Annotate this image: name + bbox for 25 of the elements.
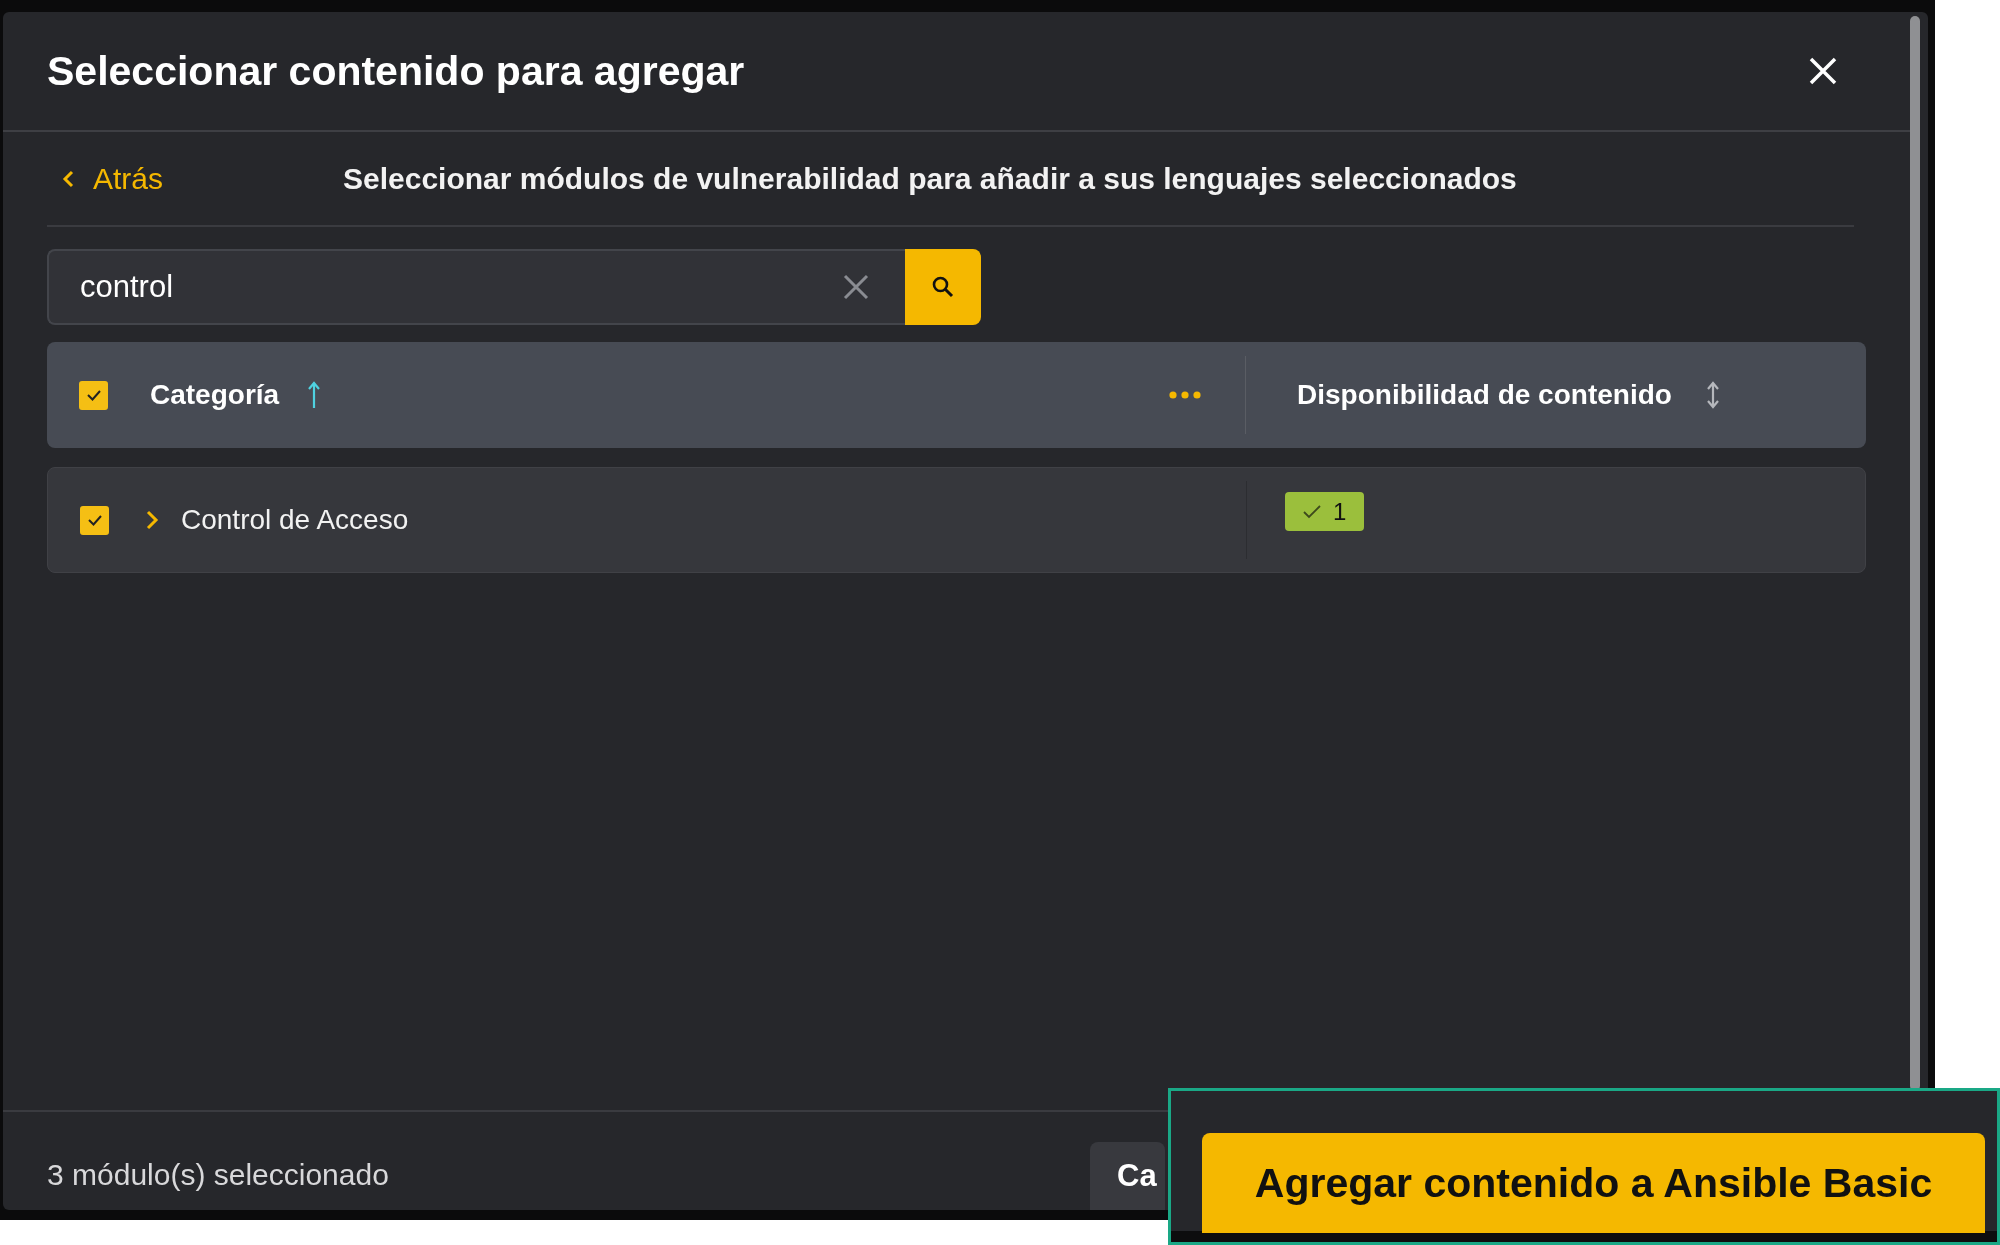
check-icon: [1303, 504, 1321, 519]
scrollbar[interactable]: [1910, 16, 1920, 1091]
subtitle: Seleccionar módulos de vulnerabilidad para añadir a sus lenguajes seleccionados: [343, 161, 1517, 196]
search-field[interactable]: control: [47, 249, 905, 325]
select-all-checkbox[interactable]: [79, 380, 108, 410]
dialog-title: Seleccionar contenido para agregar: [47, 47, 745, 95]
sort-icon[interactable]: [1705, 381, 1720, 409]
column-header[interactable]: Disponibilidad de contenido: [1297, 379, 1672, 411]
more-icon[interactable]: [1169, 391, 1201, 399]
clear-icon[interactable]: [843, 274, 869, 300]
add-content-button[interactable]: Agregar contenido a Ansible Basic: [1202, 1133, 1985, 1233]
chevron-right-icon[interactable]: [145, 509, 159, 531]
column-header[interactable]: Categoría: [150, 379, 280, 411]
close-icon[interactable]: [1808, 56, 1838, 86]
search-button[interactable]: [905, 249, 981, 325]
search-icon: [931, 275, 955, 299]
table-row[interactable]: Control de Acceso 1: [47, 467, 1866, 573]
sort-up-icon[interactable]: [307, 381, 322, 409]
cancel-button[interactable]: Ca: [1090, 1142, 1165, 1210]
availability-badge: 1: [1285, 492, 1365, 531]
selection-count: 3 módulo(s) seleccionado: [47, 1158, 389, 1192]
chevron-left-icon: [61, 168, 75, 189]
row-checkbox[interactable]: [80, 505, 109, 535]
back-link[interactable]: Atrás: [47, 161, 343, 196]
category-name: Control de Acceso: [181, 504, 409, 536]
